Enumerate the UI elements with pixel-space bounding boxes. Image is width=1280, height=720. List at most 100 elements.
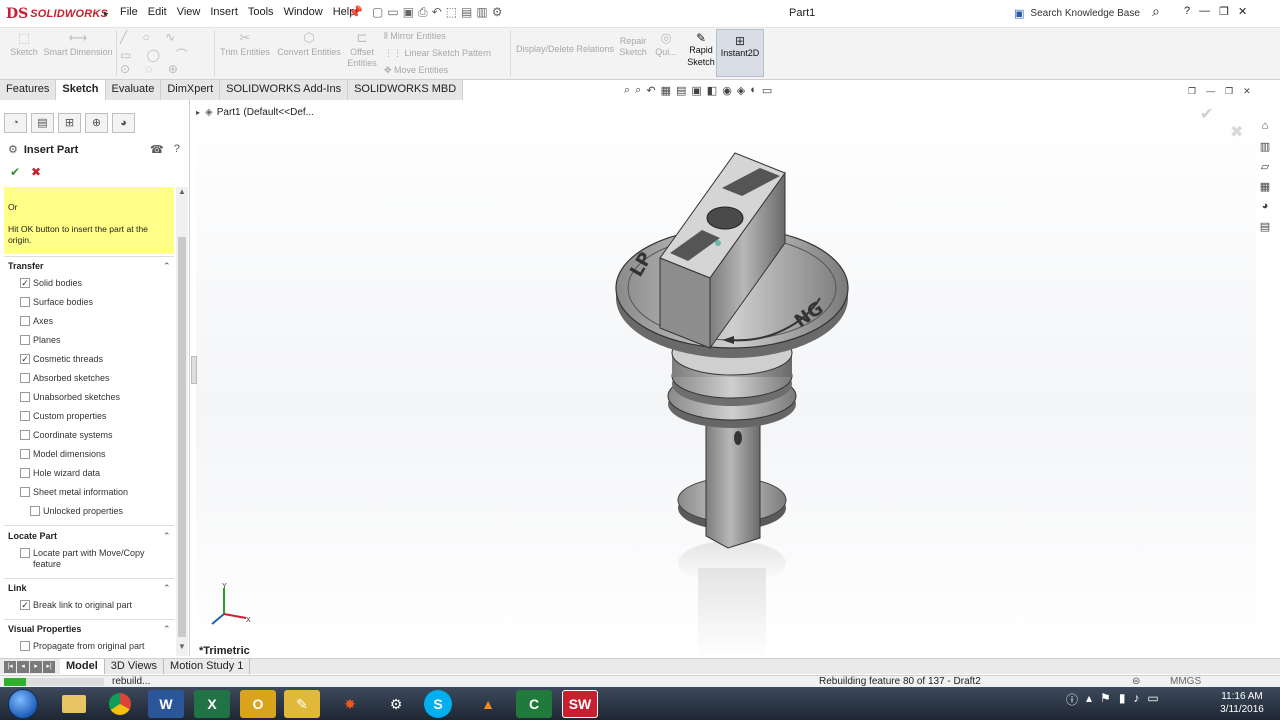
checkbox[interactable] [20, 548, 30, 558]
collapse-chevron-icon[interactable]: ⌃ [163, 624, 171, 635]
panel-scrollbar[interactable]: ▲ ▼ [176, 187, 188, 656]
solidworks-logo[interactable]: DS SOLIDWORKS [6, 4, 108, 24]
status-lock-icon[interactable]: ⊜ [1132, 676, 1140, 687]
checkbox[interactable] [20, 411, 30, 421]
smart-dimension-button[interactable]: ⟷ Smart Dimension [42, 31, 114, 58]
transfer-option[interactable]: Axes [20, 316, 53, 326]
viewport-minimize-icon[interactable]: — [1206, 86, 1215, 97]
tab-dimxpert[interactable]: DimXpert [161, 80, 221, 100]
instant2d-button[interactable]: ⊞ Instant2D [716, 29, 764, 77]
next-tab-icon[interactable]: ▸ [30, 661, 42, 673]
checkbox[interactable] [20, 297, 30, 307]
section-view-icon[interactable]: ▦ [661, 84, 671, 97]
sketch-misc-tools[interactable]: ⊙ ◌ ⊕ [120, 62, 184, 76]
tab-motion-study[interactable]: Motion Study 1 [164, 659, 251, 674]
vlc-icon[interactable]: ▲ [470, 690, 506, 718]
prev-tab-icon[interactable]: ◂ [17, 661, 29, 673]
dimxpert-manager-tab-icon[interactable]: ⊕ [85, 113, 108, 133]
display-manager-tab-icon[interactable]: ◕ [112, 113, 135, 133]
tab-sketch[interactable]: Sketch [56, 80, 106, 100]
move-entities-button[interactable]: ✥ Move Entities [384, 65, 448, 76]
minimize-icon[interactable]: — [1199, 5, 1210, 18]
search-input[interactable]: Search Knowledge Base [1030, 8, 1140, 19]
feature-manager-tab-icon[interactable]: ◔ [4, 113, 27, 133]
locate-move-copy-option[interactable]: Locate part with Move/Copy feature [20, 548, 145, 570]
network-icon[interactable]: ▮ [1119, 691, 1126, 708]
paint-icon[interactable]: ✎ [284, 690, 320, 718]
transfer-option[interactable]: Planes [20, 335, 61, 345]
clock[interactable]: 11:16 AM 3/11/2016 [1212, 690, 1272, 716]
menu-edit[interactable]: Edit [148, 6, 167, 18]
help-circle-icon[interactable]: ? [174, 143, 180, 156]
flag-icon[interactable]: ⚑ [1100, 691, 1111, 708]
skype-icon[interactable]: S [424, 690, 452, 718]
rebuild-icon[interactable]: ▤ [461, 5, 472, 20]
configuration-manager-tab-icon[interactable]: ⊞ [58, 113, 81, 133]
rapid-sketch-button[interactable]: ✎ Rapid Sketch [684, 32, 718, 68]
transfer-option[interactable]: Sheet metal information [20, 487, 128, 497]
last-tab-icon[interactable]: ▸| [43, 661, 55, 673]
panel-splitter[interactable] [191, 356, 197, 384]
edit-appearance-icon[interactable]: ◈ [737, 84, 745, 97]
excel-icon[interactable]: X [194, 690, 230, 718]
sketch-line-tools[interactable]: ╱ ○ ∿ [120, 30, 181, 44]
flyout-feature-tree[interactable]: ▸ ◈ Part1 (Default<<Def... [196, 107, 314, 118]
menu-window[interactable]: Window [284, 6, 323, 18]
scroll-down-icon[interactable]: ▼ [178, 642, 186, 651]
menu-tools[interactable]: Tools [248, 6, 274, 18]
whats-wrong-icon[interactable]: ☎ [150, 143, 164, 156]
transfer-option[interactable]: Coordinate systems [20, 430, 113, 440]
apply-scene-icon[interactable]: ◐ [750, 84, 757, 97]
link-section-title[interactable]: Link [8, 583, 27, 593]
explorer-icon[interactable] [56, 690, 92, 718]
checkbox[interactable] [30, 506, 40, 516]
checkbox[interactable]: ✓ [20, 354, 30, 364]
transfer-option[interactable]: ✓ Solid bodies [20, 278, 82, 288]
viewport-restore-icon[interactable]: ❐ [1188, 86, 1196, 97]
zoom-to-fit-icon[interactable]: ⌕ [624, 84, 630, 97]
custom-properties-icon[interactable]: ▤ [1256, 220, 1274, 236]
zoom-to-area-icon[interactable]: ⌕ [635, 84, 641, 97]
units-selector[interactable]: MMGS [1170, 676, 1201, 687]
cancel-button[interactable]: ✖ [31, 165, 41, 179]
logo-flyout-arrow-icon[interactable]: ▸ [104, 8, 109, 19]
help-icon[interactable]: ? [1184, 5, 1190, 18]
checkbox[interactable] [20, 373, 30, 383]
menu-view[interactable]: View [177, 6, 201, 18]
transfer-option[interactable]: Surface bodies [20, 297, 93, 307]
collapse-chevron-icon[interactable]: ⌃ [163, 531, 171, 542]
menu-insert[interactable]: Insert [210, 6, 238, 18]
sketch-button[interactable]: ⬚ Sketch [6, 31, 42, 58]
first-tab-icon[interactable]: |◂ [4, 661, 16, 673]
checkbox[interactable] [20, 487, 30, 497]
transfer-option[interactable]: Custom properties [20, 411, 107, 421]
transfer-option[interactable]: Model dimensions [20, 449, 106, 459]
scroll-thumb[interactable] [178, 237, 186, 637]
checkbox[interactable] [20, 430, 30, 440]
tab-evaluate[interactable]: Evaluate [105, 80, 162, 100]
open-icon[interactable]: ▭ [387, 5, 398, 20]
tab-model[interactable]: Model [60, 659, 105, 674]
linear-sketch-pattern-button[interactable]: ⋮⋮ Linear Sketch Pattern [384, 48, 491, 59]
transfer-option[interactable]: ✓ Cosmetic threads [20, 354, 103, 364]
unlocked-properties-option[interactable]: Unlocked properties [30, 506, 123, 516]
viewport-close-icon[interactable]: ✕ [1243, 86, 1251, 97]
trim-entities-button[interactable]: ✂ Trim Entities [218, 31, 272, 58]
view-settings-icon[interactable]: ▭ [762, 84, 772, 97]
3d-part-model[interactable]: LP NG [610, 148, 870, 658]
confirmation-cancel-icon[interactable]: ✖ [1230, 122, 1243, 142]
tab-3d-views[interactable]: 3D Views [105, 659, 165, 674]
collapse-chevron-icon[interactable]: ⌃ [163, 261, 171, 272]
hide-show-items-icon[interactable]: ◉ [722, 84, 732, 97]
mirror-entities-button[interactable]: ⫴ Mirror Entities [384, 31, 446, 42]
appearances-icon[interactable]: ◕ [1256, 200, 1274, 216]
search-icon[interactable]: ⌕ [1152, 3, 1160, 20]
property-manager-tab-icon[interactable]: ▤ [31, 113, 54, 133]
start-button[interactable] [8, 689, 38, 719]
viewport-maximize-icon[interactable]: ❐ [1225, 86, 1233, 97]
previous-view-icon[interactable]: ↶ [646, 84, 655, 97]
view-orientation-icon[interactable]: ▣ [691, 84, 701, 97]
file-explorer-icon[interactable]: ▱ [1256, 160, 1274, 176]
quick-snaps-button[interactable]: ◎ Qui... [652, 31, 680, 58]
scroll-up-icon[interactable]: ▲ [178, 187, 186, 196]
